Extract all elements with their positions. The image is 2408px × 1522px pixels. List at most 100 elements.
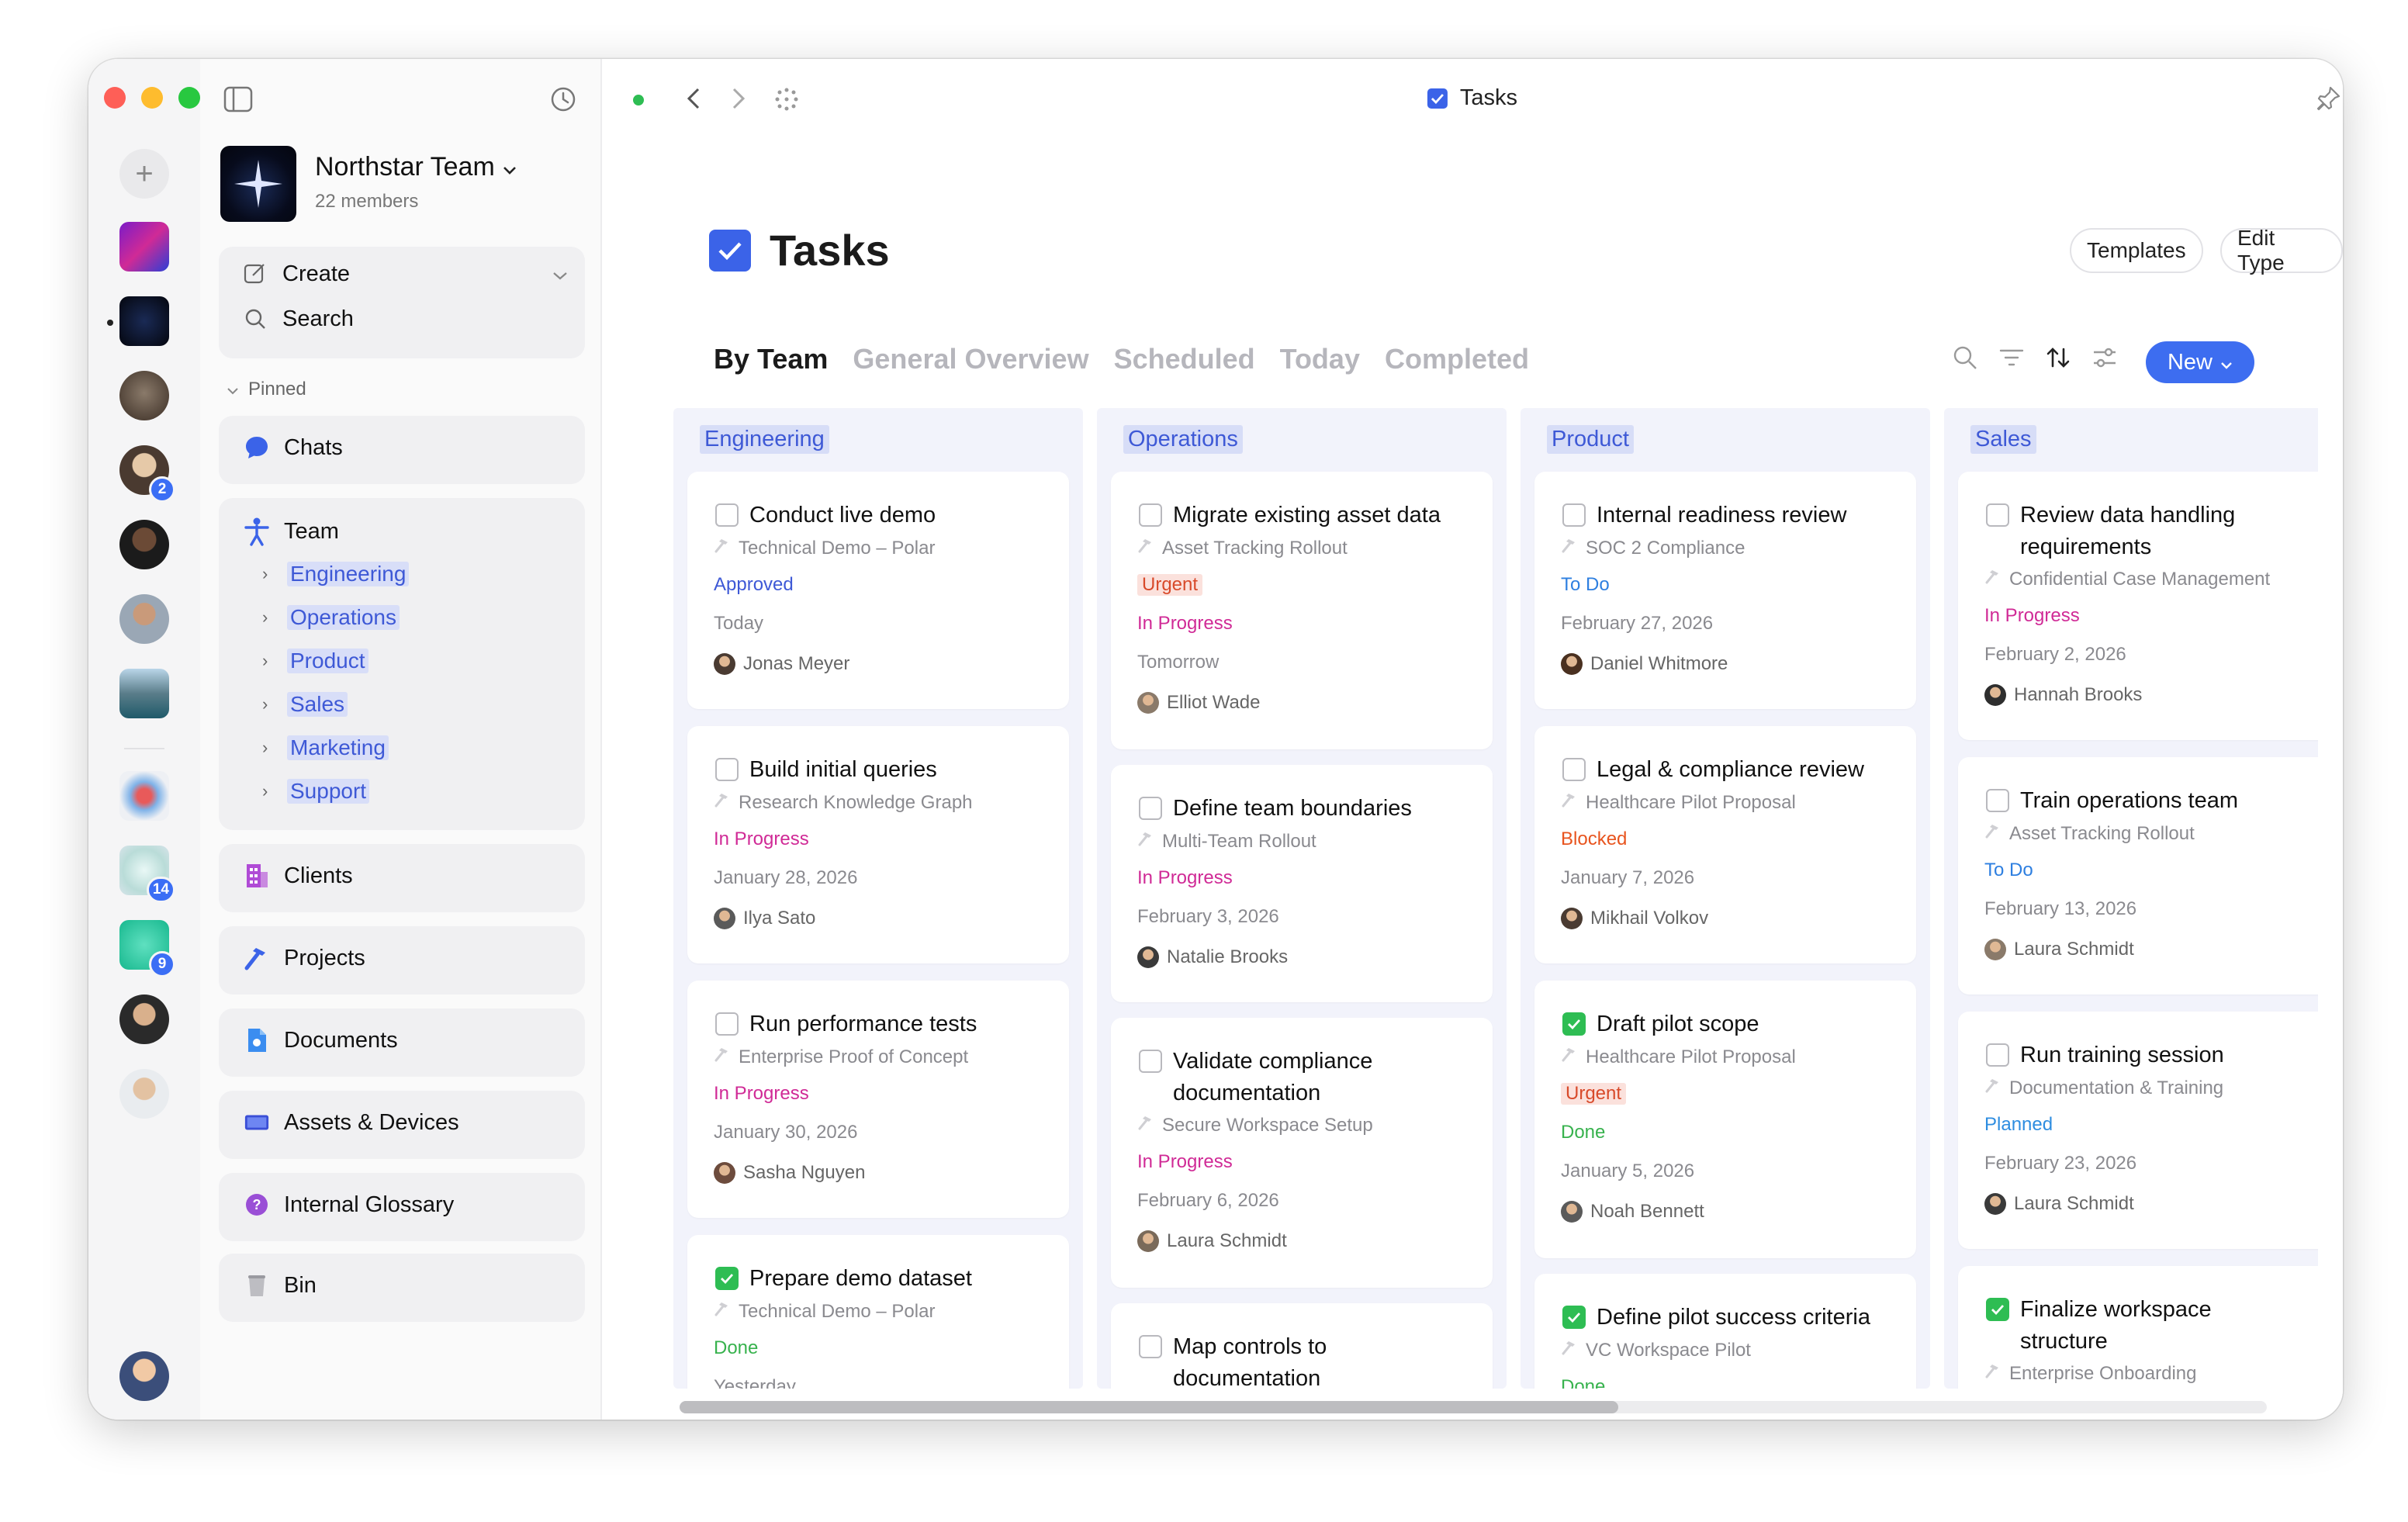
create-button[interactable]: Create [242, 261, 568, 287]
task-checkbox[interactable] [1986, 789, 2009, 812]
task-project[interactable]: Enterprise Proof of Concept [714, 1046, 968, 1068]
pin-icon[interactable] [2315, 85, 2341, 116]
task-card[interactable]: Run training session Documentation & Trai… [1958, 1012, 2318, 1249]
back-icon[interactable] [686, 87, 701, 114]
graph-icon[interactable] [774, 87, 799, 116]
team-logo[interactable] [220, 146, 296, 222]
pinned-section-header[interactable]: Pinned [227, 379, 306, 400]
workspace-landscape[interactable] [119, 669, 169, 718]
workspace-northstar[interactable] [119, 296, 169, 346]
task-card[interactable]: Run performance tests Enterprise Proof of… [687, 981, 1069, 1218]
history-icon[interactable] [549, 85, 577, 117]
task-checkbox[interactable] [715, 758, 739, 781]
edit-type-button[interactable]: Edit Type [2220, 226, 2343, 275]
task-card[interactable]: Review data handling requirements Confiden… [1958, 472, 2318, 740]
task-card[interactable]: Migrate existing asset data Asset Trackin… [1111, 472, 1493, 749]
task-assignee[interactable]: Sasha Nguyen [714, 1162, 865, 1184]
filter-icon[interactable] [1998, 346, 2025, 373]
column-header[interactable]: Product [1547, 425, 1634, 454]
projects-item[interactable]: Projects [219, 926, 585, 994]
workspace-avatar-5[interactable] [119, 994, 169, 1044]
minimize-window-button[interactable] [141, 87, 163, 109]
task-checkbox[interactable] [1986, 1043, 2009, 1067]
workspace-avatar-6[interactable] [119, 1069, 169, 1119]
task-checkbox[interactable] [1562, 1012, 1586, 1036]
task-project[interactable]: Technical Demo – Polar [714, 1300, 935, 1323]
task-card[interactable]: Draft pilot scope Healthcare Pilot Propos… [1534, 981, 1916, 1258]
sort-icon[interactable] [2045, 344, 2071, 375]
task-card[interactable]: Finalize workspace structure Enterprise On… [1958, 1266, 2318, 1389]
workspace-avatar-4[interactable] [119, 594, 169, 644]
team-item-operations[interactable]: › Operations [262, 605, 400, 630]
task-assignee[interactable]: Jonas Meyer [714, 653, 849, 675]
new-task-button[interactable]: New [2146, 341, 2254, 383]
column-header[interactable]: Operations [1123, 425, 1243, 454]
task-card[interactable]: Define team boundaries Multi-Team Rollout… [1111, 765, 1493, 1002]
task-assignee[interactable]: Daniel Whitmore [1561, 653, 1728, 675]
task-project[interactable]: Enterprise Onboarding [1984, 1362, 2196, 1385]
task-assignee[interactable]: Hannah Brooks [1984, 684, 2142, 706]
team-item-support[interactable]: › Support [262, 779, 370, 804]
tab-by-team[interactable]: By Team [714, 343, 828, 375]
task-project[interactable]: Multi-Team Rollout [1137, 830, 1316, 853]
task-card[interactable]: Legal & compliance review Healthcare Pilo… [1534, 726, 1916, 963]
task-checkbox[interactable] [1562, 1306, 1586, 1329]
workspace-avatar-3[interactable] [119, 520, 169, 569]
tab-completed[interactable]: Completed [1385, 343, 1529, 375]
task-project[interactable]: Technical Demo – Polar [714, 537, 935, 559]
search-icon[interactable] [1952, 344, 1978, 375]
task-project[interactable]: Confidential Case Management [1984, 568, 2270, 590]
task-checkbox[interactable] [1986, 503, 2009, 527]
tab-today[interactable]: Today [1280, 343, 1360, 375]
workspace-cube[interactable] [119, 771, 169, 821]
chevron-down-icon[interactable] [552, 261, 568, 287]
task-assignee[interactable]: Ilya Sato [714, 908, 815, 929]
column-header[interactable]: Sales [1970, 425, 2036, 454]
workspace-glow[interactable]: 14 [119, 846, 175, 903]
task-project[interactable]: Research Knowledge Graph [714, 791, 973, 814]
task-checkbox[interactable] [715, 1267, 739, 1290]
task-card[interactable]: Build initial queries Research Knowledge … [687, 726, 1069, 963]
horizontal-scrollbar-thumb[interactable] [680, 1401, 1618, 1413]
column-header[interactable]: Engineering [700, 425, 829, 454]
task-project[interactable]: Secure Workspace Setup [1137, 1114, 1373, 1136]
bin-item[interactable]: Bin [219, 1254, 585, 1322]
team-item-engineering[interactable]: › Engineering [262, 562, 410, 586]
task-project[interactable]: Asset Tracking Rollout [1137, 537, 1348, 559]
task-assignee[interactable]: Laura Schmidt [1984, 1193, 2134, 1215]
task-card[interactable]: Conduct live demo Technical Demo – Polar A… [687, 472, 1069, 709]
workspace-avatar-1[interactable] [119, 371, 169, 420]
assets-item[interactable]: Assets & Devices [219, 1091, 585, 1159]
task-checkbox[interactable] [1139, 797, 1162, 820]
tab-general-overview[interactable]: General Overview [853, 343, 1088, 375]
task-assignee[interactable]: Laura Schmidt [1137, 1230, 1287, 1252]
task-checkbox[interactable] [715, 1012, 739, 1036]
documents-item[interactable]: Documents [219, 1008, 585, 1077]
task-assignee[interactable]: Noah Bennett [1561, 1201, 1704, 1223]
task-checkbox[interactable] [715, 503, 739, 527]
task-card[interactable]: Define pilot success criteria VC Workspac… [1534, 1274, 1916, 1389]
task-card[interactable]: Validate compliance documentation Secure W… [1111, 1018, 1493, 1288]
glossary-item[interactable]: ? Internal Glossary [219, 1173, 585, 1241]
task-checkbox[interactable] [1139, 1050, 1162, 1073]
task-checkbox[interactable] [1562, 503, 1586, 527]
task-checkbox[interactable] [1139, 503, 1162, 527]
task-project[interactable]: VC Workspace Pilot [1561, 1339, 1751, 1361]
workspace-avatar-2[interactable]: 2 [119, 445, 175, 503]
workspace-green[interactable]: 9 [119, 920, 175, 977]
tab-scheduled[interactable]: Scheduled [1114, 343, 1255, 375]
task-assignee[interactable]: Mikhail Volkov [1561, 908, 1708, 929]
task-assignee[interactable]: Laura Schmidt [1984, 939, 2134, 960]
settings-sliders-icon[interactable] [2091, 344, 2118, 375]
add-workspace-button[interactable]: + [119, 149, 169, 199]
forward-icon[interactable] [731, 87, 746, 114]
task-card[interactable]: Train operations team Asset Tracking Roll… [1958, 757, 2318, 994]
task-checkbox[interactable] [1139, 1335, 1162, 1358]
task-card[interactable]: Internal readiness review SOC 2 Complianc… [1534, 472, 1916, 709]
task-project[interactable]: Documentation & Training [1984, 1077, 2223, 1099]
search-button[interactable]: Search [242, 306, 354, 332]
zoom-window-button[interactable] [178, 87, 200, 109]
workspace-colorful[interactable] [119, 222, 169, 272]
task-checkbox[interactable] [1562, 758, 1586, 781]
templates-button[interactable]: Templates [2070, 228, 2203, 273]
